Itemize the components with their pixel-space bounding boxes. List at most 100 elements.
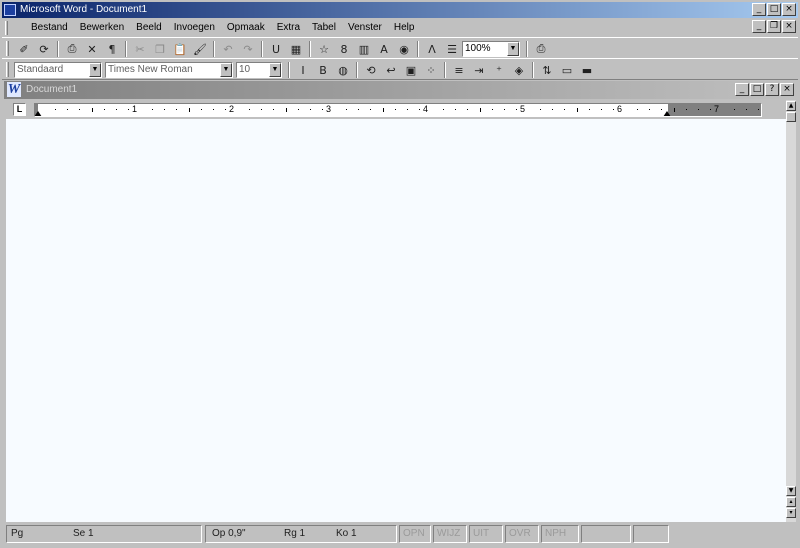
tab-selector[interactable]: L bbox=[13, 103, 26, 116]
ruler-tick bbox=[600, 109, 602, 110]
status-position: Op 0,9" bbox=[212, 528, 246, 539]
decimal-plus-icon[interactable]: ⁺ bbox=[489, 61, 509, 79]
font-color-icon[interactable]: ▬ bbox=[577, 61, 597, 79]
globe-icon[interactable]: ◉ bbox=[394, 40, 414, 58]
vertical-scrollbar[interactable]: ▲ ▼ ▴ ▾ bbox=[786, 100, 796, 522]
ruler-tick bbox=[152, 109, 154, 110]
previous-page-icon[interactable]: ▴ bbox=[786, 497, 796, 507]
style-select[interactable]: Standaard ▼ bbox=[14, 62, 102, 78]
word-document-icon[interactable]: W bbox=[7, 82, 21, 97]
ruler-tick bbox=[346, 109, 348, 110]
document-title-bar[interactable]: W Document1 _ □ ? × bbox=[4, 81, 796, 99]
doc-maximize-icon[interactable]: □ bbox=[750, 83, 764, 96]
chevron-down-icon[interactable]: ▼ bbox=[507, 42, 519, 56]
chevron-down-icon[interactable]: ▼ bbox=[220, 63, 232, 77]
columns-icon[interactable]: ▥ bbox=[354, 40, 374, 58]
open-icon[interactable]: ✐ bbox=[14, 40, 34, 58]
menu-item-opmaak[interactable]: Opmaak bbox=[226, 22, 266, 33]
redo-icon[interactable]: ↷ bbox=[238, 40, 258, 58]
toolbar-grip[interactable] bbox=[6, 41, 9, 56]
zoom-select[interactable]: 100% ▼ bbox=[462, 41, 520, 57]
line-spacing-icon[interactable]: ≡ bbox=[449, 61, 469, 79]
undo-icon[interactable]: ↶ bbox=[218, 40, 238, 58]
scroll-down-icon[interactable]: ▼ bbox=[786, 486, 796, 496]
status-mode-ovr[interactable]: OVR bbox=[505, 525, 539, 543]
help-icon[interactable]: ? bbox=[765, 83, 779, 96]
status-mode-opn[interactable]: OPN bbox=[399, 525, 431, 543]
fill-color-icon[interactable]: ◈ bbox=[509, 61, 529, 79]
ruler-tick bbox=[649, 109, 651, 110]
doc-close-icon[interactable]: × bbox=[780, 83, 794, 96]
ruler-tick bbox=[115, 109, 117, 110]
close-icon[interactable]: × bbox=[782, 3, 796, 16]
right-indent-marker[interactable] bbox=[663, 111, 671, 116]
save-icon[interactable]: ⟳ bbox=[34, 40, 54, 58]
status-bar: Pg Se 1 Op 0,9" Rg 1 Ko 1 OPN WIJZ UIT O… bbox=[2, 523, 798, 545]
ruler-tick bbox=[540, 109, 542, 110]
standard-toolbar-items: ✐ ⟳ ⎙ ✕ ¶ ✂ ❐ 📋 🖌 ↶ ↷ U ▦ ☆ 8 ▥ A ◉ Λ ☰ 100% ▼ ⎙ bbox=[14, 39, 551, 59]
menu-item-bestand[interactable]: Bestand bbox=[30, 22, 69, 33]
chevron-down-icon[interactable]: ▼ bbox=[269, 63, 281, 77]
drawing-icon[interactable]: Λ bbox=[422, 40, 442, 58]
star-icon[interactable]: ☆ bbox=[314, 40, 334, 58]
font-select[interactable]: Times New Roman ▼ bbox=[105, 62, 233, 78]
document-page[interactable] bbox=[6, 119, 786, 522]
table-icon[interactable]: ▦ bbox=[286, 40, 306, 58]
menu-item-invoegen[interactable]: Invoegen bbox=[173, 22, 216, 33]
doc-minimize-icon[interactable]: _ bbox=[735, 83, 749, 96]
decimal-icon[interactable]: ⁘ bbox=[421, 61, 441, 79]
web-icon[interactable]: ◍ bbox=[333, 61, 353, 79]
toolbar-separator bbox=[417, 41, 419, 57]
next-page-icon[interactable]: ▾ bbox=[786, 508, 796, 518]
formatting-toolbar: Standaard ▼ Times New Roman ▼ 10 ▼ I B ◍ ⟲ ↩… bbox=[2, 58, 798, 80]
chevron-down-icon[interactable]: ▼ bbox=[89, 63, 101, 77]
toolbar-grip[interactable] bbox=[6, 62, 9, 77]
indent-icon[interactable]: ⇥ bbox=[469, 61, 489, 79]
menu-item-tabel[interactable]: Tabel bbox=[311, 22, 337, 33]
word-app-icon[interactable] bbox=[4, 4, 16, 16]
cut-icon[interactable]: ✂ bbox=[130, 40, 150, 58]
forward-icon[interactable]: ↩ bbox=[381, 61, 401, 79]
status-mode-wijz[interactable]: WIJZ bbox=[433, 525, 467, 543]
ruler-tick bbox=[382, 108, 384, 112]
maximize-icon[interactable]: □ bbox=[767, 3, 781, 16]
spelling-icon[interactable]: ✕ bbox=[82, 40, 102, 58]
title-bar[interactable]: Microsoft Word - Document1 _ □ × bbox=[2, 2, 798, 18]
menu-item-venster[interactable]: Venster bbox=[347, 22, 383, 33]
border-icon[interactable]: ▭ bbox=[557, 61, 577, 79]
insert-icon[interactable]: 8 bbox=[334, 40, 354, 58]
doc-close-icon[interactable]: × bbox=[782, 20, 796, 33]
italic-icon[interactable]: I bbox=[293, 61, 313, 79]
status-mode-nph[interactable]: NPH bbox=[541, 525, 579, 543]
minimize-icon[interactable]: _ bbox=[752, 3, 766, 16]
ruler-tick bbox=[261, 109, 263, 110]
ruler-tick bbox=[467, 109, 469, 110]
preview-icon[interactable]: ⎙ bbox=[62, 40, 82, 58]
paste-icon[interactable]: 📋 bbox=[170, 40, 190, 58]
scroll-up-icon[interactable]: ▲ bbox=[786, 101, 796, 111]
ruler-tick bbox=[297, 109, 299, 110]
scroll-thumb[interactable] bbox=[786, 112, 796, 122]
doc-minimize-icon[interactable]: _ bbox=[752, 20, 766, 33]
back-icon[interactable]: ⟲ bbox=[361, 61, 381, 79]
format-painter-icon[interactable]: 🖌 bbox=[190, 40, 210, 58]
doc-restore-icon[interactable]: ❐ bbox=[767, 20, 781, 33]
sort-icon[interactable]: ⇅ bbox=[537, 61, 557, 79]
bold-icon[interactable]: B bbox=[313, 61, 333, 79]
printer-icon[interactable]: ⎙ bbox=[531, 40, 551, 58]
clipboard-icon[interactable]: ▣ bbox=[401, 61, 421, 79]
status-mode-uit[interactable]: UIT bbox=[469, 525, 503, 543]
font-size-select[interactable]: 10 ▼ bbox=[236, 62, 282, 78]
horizontal-ruler[interactable]: 1 2 3 4 5 6 7 bbox=[34, 103, 762, 117]
left-indent-marker[interactable] bbox=[35, 111, 42, 116]
underline-icon[interactable]: U bbox=[266, 40, 286, 58]
paragraph-icon[interactable]: ¶ bbox=[102, 40, 122, 58]
menu-item-beeld[interactable]: Beeld bbox=[135, 22, 163, 33]
list-icon[interactable]: ☰ bbox=[442, 40, 462, 58]
menu-item-bewerken[interactable]: Bewerken bbox=[79, 22, 125, 33]
copy-icon[interactable]: ❐ bbox=[150, 40, 170, 58]
menu-item-extra[interactable]: Extra bbox=[276, 22, 301, 33]
menu-item-help[interactable]: Help bbox=[393, 22, 416, 33]
font-size-icon[interactable]: A bbox=[374, 40, 394, 58]
menu-grip[interactable] bbox=[5, 21, 8, 35]
